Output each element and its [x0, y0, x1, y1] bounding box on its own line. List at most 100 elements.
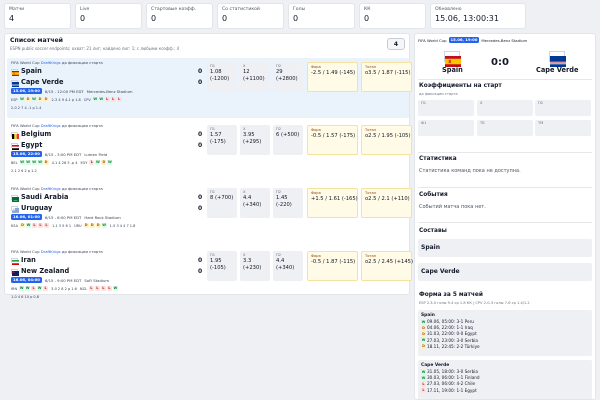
divider [418, 222, 592, 223]
form-result: D [95, 223, 101, 228]
detail-odds-cell[interactable]: Ф1 [418, 120, 474, 136]
match-list-subtitle: ESPN public soccer endpoints; охват: 21 … [10, 46, 180, 51]
match-list-title: Список матчей [10, 37, 64, 44]
odds-cell-x[interactable]: X 4.4 (+340) [240, 188, 270, 218]
form-result: L [43, 286, 49, 291]
divider [418, 79, 592, 80]
odds-value: 1.95 (-105) [210, 258, 226, 271]
odds-cell-p1[interactable]: П1 1.95 (-105) [207, 251, 237, 281]
detail-odds-cell[interactable]: X [477, 100, 533, 116]
stat-value: 15.06, 13:00:31 [435, 14, 499, 23]
home-abbr: IRN [11, 286, 18, 291]
odds-cell-fora[interactable]: Фора -2.5 / 1.49 (-145) [307, 62, 358, 92]
detail-odds-cell[interactable]: ТБ [477, 120, 533, 136]
home-team-name: Iran [21, 256, 36, 264]
form-result: W [101, 223, 107, 228]
dashboard: Матчи 4 Live 0 Стартовые коэфф. 0 Со статистик… [0, 0, 600, 400]
away-team: Egypt [11, 141, 43, 150]
detail-odds-cell[interactable]: П1 [418, 100, 474, 116]
odds-cell-x[interactable]: X 12 (+1100) [240, 62, 270, 92]
kickoff-badge: 15.06, 19:00 [11, 88, 42, 94]
odds-cell-total[interactable]: Тотал о2.5 / 2.45 (+145) [361, 251, 413, 281]
odds-cell-p2[interactable]: П2 1.45 (-220) [273, 188, 303, 218]
odds-value: 1.57 (-175) [210, 132, 226, 145]
form-result: D [19, 223, 25, 228]
stat-label: Стартовые коэфф. [151, 7, 197, 12]
home-score: 0 [198, 257, 203, 264]
odds-cell-p1[interactable]: П1 1.08 (-1200) [207, 62, 237, 92]
lineup-home[interactable]: Spain [418, 239, 592, 257]
provider-name: DraftKings [40, 249, 61, 254]
match-list-panel: Список матчей ESPN public soccer endpoin… [4, 33, 413, 299]
home-team-name: Spain [21, 67, 42, 75]
match-row[interactable]: FIFA World Cup DraftKings до фиксации ст… [7, 121, 412, 181]
form-result: W [25, 223, 31, 228]
odds-cell-total[interactable]: Тотал о2.5 / 1.95 (-105) [361, 125, 412, 155]
odds-label: X [480, 101, 483, 105]
odds-cell-p2[interactable]: П2 29 (+2800) [273, 62, 303, 92]
divider [418, 187, 592, 188]
form-result: W [37, 286, 43, 291]
odds-cell-fora[interactable]: Фора -0.5 / 1.87 (-115) [307, 251, 358, 281]
odds-label: ТМ [538, 121, 544, 125]
odds-value: о2.5 / 2.1 (+110) [365, 196, 410, 202]
match-count-badge: 4 [387, 38, 405, 50]
away-team-name: Egypt [21, 141, 43, 149]
stat-label: Матчи [9, 7, 25, 12]
form-summary: 1-0 4 6 10 р 0.8 [11, 295, 39, 299]
form-line: KSA D W L L L 1-1 3 5 6 1 URU D D D W 1-5 3 4 4 7 1.… [11, 223, 137, 228]
odds-cell-total[interactable]: Тотал о2.5 / 2.1 (+110) [361, 188, 412, 218]
match-row[interactable]: FIFA World Cup DraftKings до фиксации ст… [7, 247, 413, 307]
stat-value: 0 [80, 14, 86, 23]
odds-value: -0.5 / 1.57 (-175) [311, 133, 356, 139]
home-abbr: ESP [11, 97, 18, 102]
away-score: 0 [198, 142, 203, 149]
odds-section-title: Коэффициенты на старт [419, 83, 502, 89]
match-row[interactable]: FIFA World Cup DraftKings до фиксации ст… [7, 184, 412, 244]
odds-cell-p1[interactable]: П1 8 (+700) [207, 188, 237, 218]
odds-label: П1 [421, 101, 426, 105]
match-row[interactable]: FIFA World Cup DraftKings до фиксации ст… [7, 58, 412, 118]
home-team-name: Belgium [21, 130, 52, 138]
form-result: W [421, 319, 426, 325]
odds-value: о2.5 / 1.95 (-105) [365, 133, 411, 139]
home-team: Spain [11, 67, 42, 76]
stat-card-0: Матчи 4 [4, 3, 71, 29]
odds-cell-x[interactable]: X 3.3 (+230) [240, 251, 270, 281]
detail-odds-cell[interactable]: П2 [535, 100, 591, 116]
form-result: L [31, 286, 37, 291]
odds-cell-p1[interactable]: П1 1.57 (-175) [207, 125, 237, 155]
odds-cell-p2[interactable]: П2 4.4 (+340) [273, 251, 303, 281]
detail-odds-cell[interactable]: ТМ [535, 120, 591, 136]
form-line: ESP W D W D D 2-3 4 9 4-1 р 1.8 CPV W W L L L [11, 97, 122, 102]
form-line: BEL W W W W D 4-1 4 26 3 -р 4 EGY L W D W [11, 160, 113, 165]
odds-phase: до фиксации старта [61, 186, 103, 191]
stats-section-title: Статистика [419, 156, 457, 162]
lineup-away[interactable]: Cape Verde [418, 263, 592, 281]
home-score: 0 [198, 194, 203, 201]
home-team: Saudi Arabia [11, 193, 68, 202]
form-result: D [83, 223, 89, 228]
odds-cell-fora[interactable]: Фора -0.5 / 1.57 (-175) [307, 125, 358, 155]
stat-card-6: Обновлено 15.06, 13:00:31 [430, 3, 526, 29]
form-result: W [25, 160, 31, 165]
tournament-name: FIFA World Cup [11, 60, 40, 65]
form-entry: L 17.11, 19:00: 1-1 Egypt [421, 388, 589, 394]
form-result: L [37, 223, 43, 228]
away-team-name: Uruguay [21, 204, 53, 212]
local-date: 6/15 - 6:00 PM EDT [44, 214, 82, 220]
odds-cell-p2[interactable]: П2 6 (+500) [273, 125, 303, 155]
form-result: W [421, 338, 426, 344]
form-block: Cape Verde W 31.05, 18:00: 3-0 Serbia W 30.0… [418, 360, 592, 399]
match-list-header: Список матчей ESPN public soccer endpoin… [5, 34, 409, 56]
home-abbr: KSA [11, 223, 18, 228]
venue-name: Hard Rock Stadium [84, 214, 121, 220]
home-team: Iran [11, 256, 36, 265]
odds-cell-total[interactable]: Тотал о3.5 / 1.87 (-115) [361, 62, 412, 92]
odds-cell-x[interactable]: X 3.95 (+295) [240, 125, 270, 155]
stat-card-4: Голы 0 [288, 3, 355, 29]
away-abbr: CPV [83, 97, 91, 102]
odds-cell-fora[interactable]: Фора +1.5 / 1.61 (-165) [307, 188, 358, 218]
home-flag-icon [11, 131, 19, 139]
stat-label: Со статистикой [222, 7, 260, 12]
